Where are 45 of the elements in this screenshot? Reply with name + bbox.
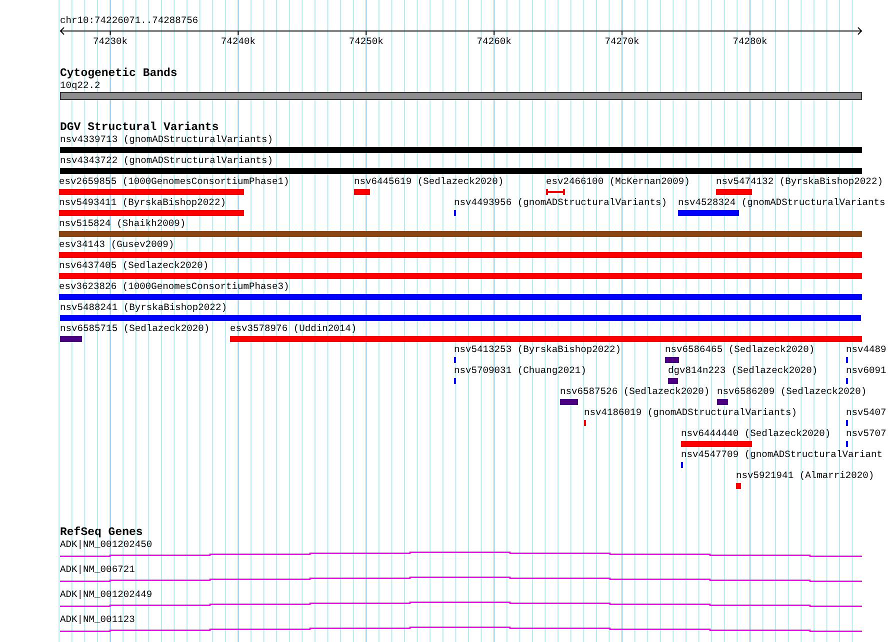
- track-title: Cytogenetic Bands: [60, 67, 178, 80]
- location-label: chr10:74226071..74288756: [60, 15, 198, 26]
- variant-label: nsv4547709 (gnomADStructuralVariant: [681, 449, 883, 460]
- track-title: RefSeq Genes: [60, 526, 143, 539]
- transcript-label: ADK|NM_006721: [60, 564, 135, 575]
- variant-label: nsv5709031 (Chuang2021): [454, 365, 586, 376]
- variant-label: nsv5493411 (ByrskaBishop2022): [59, 197, 226, 208]
- track-title: DGV Structural Variants: [60, 121, 219, 134]
- variant-label: dgv814n223 (Sedlazeck2020): [668, 365, 818, 376]
- tick-label: 74240k: [220, 36, 256, 47]
- variant-label: nsv4343722 (gnomADStructuralVariants): [60, 155, 274, 166]
- variant-label: nsv6437405 (Sedlazeck2020): [59, 260, 209, 271]
- variant-label: nsv5488241 (ByrskaBishop2022): [60, 302, 227, 313]
- variant-label: nsv4528324 (gnomADStructuralVariants: [678, 197, 886, 208]
- tick-label: 74250k: [348, 36, 384, 47]
- tick-label: 74270k: [604, 36, 640, 47]
- tick-label: 74230k: [93, 36, 128, 47]
- variant-label: nsv4489: [846, 344, 886, 355]
- variant-label: nsv4186019 (gnomADStructuralVariants): [584, 407, 798, 418]
- transcript-label: ADK|NM_001202450: [60, 539, 152, 550]
- variant-label: nsv5474132 (ByrskaBishop2022): [716, 176, 883, 187]
- tick-label: 74280k: [732, 36, 768, 47]
- variant-label: nsv4339713 (gnomADStructuralVariants): [60, 134, 274, 145]
- variant-label: nsv5707: [846, 428, 886, 439]
- variant-label: nsv515824 (Shaikh2009): [59, 218, 186, 229]
- variant-label: nsv6586465 (Sedlazeck2020): [665, 344, 815, 355]
- variant-label: esv2466100 (McKernan2009): [546, 176, 690, 187]
- variant-label: nsv6585715 (Sedlazeck2020): [60, 323, 210, 334]
- variant-label: nsv6445619 (Sedlazeck2020): [354, 176, 504, 187]
- variant-label: nsv5413253 (ByrskaBishop2022): [454, 344, 621, 355]
- variant-label: nsv5921941 (Almarri2020): [736, 470, 874, 481]
- variant-label: nsv6091: [846, 365, 886, 376]
- variant-label: nsv6444440 (Sedlazeck2020): [681, 428, 831, 439]
- tick-label: 74260k: [476, 36, 512, 47]
- variant-label: nsv5407: [846, 407, 886, 418]
- variant-label: nsv6587526 (Sedlazeck2020): [560, 386, 710, 397]
- variant-label: esv3623826 (1000GenomesConsortiumPhase3): [59, 281, 290, 292]
- variant-label: esv2659855 (1000GenomesConsortiumPhase1): [59, 176, 290, 187]
- transcript-label: ADK|NM_001202449: [60, 589, 152, 600]
- variant-label: esv34143 (Gusev2009): [59, 239, 174, 250]
- variant-label: nsv4493956 (gnomADStructuralVariants): [454, 197, 668, 208]
- variant-label: nsv6586209 (Sedlazeck2020): [717, 386, 867, 397]
- variant-label: esv3578976 (Uddin2014): [230, 323, 357, 334]
- band-label: 10q22.2: [60, 80, 100, 91]
- transcript-label: ADK|NM_001123: [60, 614, 135, 625]
